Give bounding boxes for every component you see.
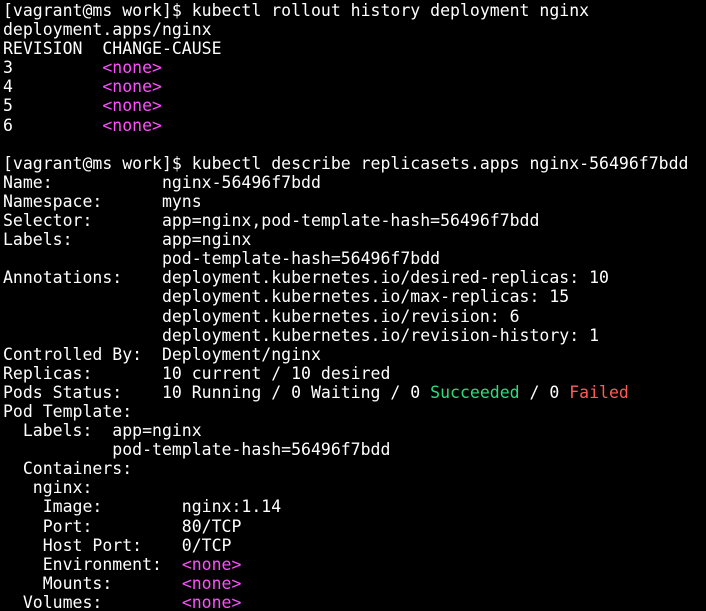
terminal-line: Name: nginx-56496f7bdd: [3, 173, 706, 192]
highlighted-text: <none>: [181, 592, 242, 611]
terminal-line: deployment.kubernetes.io/revision: 6: [3, 307, 706, 326]
terminal-text: Image: nginx:1.14: [3, 497, 282, 517]
highlighted-text: <none>: [181, 573, 242, 593]
terminal-text: Namespace: myns: [3, 191, 202, 211]
terminal-text: deployment.kubernetes.io/revision: 6: [3, 306, 520, 326]
terminal-line: 6 <none>: [3, 116, 706, 135]
terminal-text: Containers:: [3, 459, 133, 479]
terminal-text: Replicas: 10 current / 10 desired: [3, 363, 391, 383]
terminal-text: pod-template-hash=56496f7bdd: [3, 249, 441, 269]
terminal-text: nginx:: [3, 478, 93, 498]
terminal-line: pod-template-hash=56496f7bdd: [3, 249, 706, 268]
terminal-text: Host Port: 0/TCP: [3, 535, 232, 555]
terminal-line: 3 <none>: [3, 58, 706, 77]
terminal-line: Image: nginx:1.14: [3, 497, 706, 516]
terminal-line: [vagrant@ms work]$ kubectl rollout histo…: [3, 1, 706, 20]
terminal-text: Selector: app=nginx,pod-template-hash=56…: [3, 211, 540, 231]
terminal-line: Namespace: myns: [3, 192, 706, 211]
terminal-text: 3: [3, 58, 103, 78]
terminal-text: 4: [3, 77, 103, 97]
terminal-line: deployment.kubernetes.io/revision-histor…: [3, 326, 706, 345]
terminal-text: deployment.kubernetes.io/revision-histor…: [3, 325, 600, 345]
highlighted-text: <none>: [102, 115, 162, 135]
terminal-text: Controlled By: Deployment/nginx: [3, 344, 321, 364]
terminal-line: nginx:: [3, 478, 706, 497]
highlighted-text: <none>: [102, 77, 162, 97]
terminal-text: Environment:: [3, 554, 182, 574]
terminal-text: REVISION CHANGE-CAUSE: [3, 39, 222, 59]
terminal-line: Containers:: [3, 459, 706, 478]
terminal-text: 6: [3, 115, 103, 135]
terminal-line: [vagrant@ms work]$ kubectl describe repl…: [3, 154, 706, 173]
terminal-text: Volumes:: [3, 592, 182, 611]
terminal-line: Mounts: <none>: [3, 574, 706, 593]
terminal-line: pod-template-hash=56496f7bdd: [3, 440, 706, 459]
terminal-line: deployment.apps/nginx: [3, 20, 706, 39]
terminal-line: Controlled By: Deployment/nginx: [3, 345, 706, 364]
terminal-line: Pod Template:: [3, 402, 706, 421]
terminal-line: 4 <none>: [3, 77, 706, 96]
terminal-text: [vagrant@ms work]$ kubectl describe repl…: [3, 153, 689, 173]
terminal-line: deployment.kubernetes.io/max-replicas: 1…: [3, 287, 706, 306]
terminal-text: Name: nginx-56496f7bdd: [3, 172, 321, 192]
terminal-line: REVISION CHANGE-CAUSE: [3, 39, 706, 58]
terminal-line: Labels: app=nginx: [3, 421, 706, 440]
terminal-line: Replicas: 10 current / 10 desired: [3, 364, 706, 383]
terminal-text: 5: [3, 96, 103, 116]
terminal-text: deployment.apps/nginx: [3, 20, 212, 40]
terminal-line: Annotations: deployment.kubernetes.io/de…: [3, 268, 706, 287]
terminal-text: deployment.kubernetes.io/max-replicas: 1…: [3, 287, 570, 307]
terminal-line: Labels: app=nginx: [3, 230, 706, 249]
highlighted-text: <none>: [102, 58, 162, 78]
terminal-output[interactable]: [vagrant@ms work]$ kubectl rollout histo…: [0, 0, 706, 611]
highlighted-text: <none>: [102, 96, 162, 116]
terminal-text: Port: 80/TCP: [3, 516, 242, 536]
terminal-text: Mounts:: [3, 573, 182, 593]
terminal-text: / 0: [519, 382, 570, 402]
terminal-text: [vagrant@ms work]$ kubectl rollout histo…: [3, 1, 590, 20]
terminal-line: Port: 80/TCP: [3, 517, 706, 536]
terminal-text: Pod Template:: [3, 401, 133, 421]
highlighted-text: Failed: [569, 382, 629, 402]
terminal-line: 5 <none>: [3, 96, 706, 115]
terminal-line: Host Port: 0/TCP: [3, 536, 706, 555]
terminal-line: Volumes: <none>: [3, 593, 706, 611]
terminal-text: Pods Status: 10 Running / 0 Waiting / 0: [3, 382, 431, 402]
terminal-line: Selector: app=nginx,pod-template-hash=56…: [3, 211, 706, 230]
terminal-text: Labels: app=nginx: [3, 230, 252, 250]
terminal-line: Pods Status: 10 Running / 0 Waiting / 0 …: [3, 383, 706, 402]
terminal-text: Labels: app=nginx: [3, 421, 202, 441]
terminal-text: Annotations: deployment.kubernetes.io/de…: [3, 268, 609, 288]
highlighted-text: Succeeded: [430, 382, 520, 402]
terminal-text: pod-template-hash=56496f7bdd: [3, 440, 391, 460]
highlighted-text: <none>: [181, 554, 242, 574]
terminal-line: Environment: <none>: [3, 555, 706, 574]
